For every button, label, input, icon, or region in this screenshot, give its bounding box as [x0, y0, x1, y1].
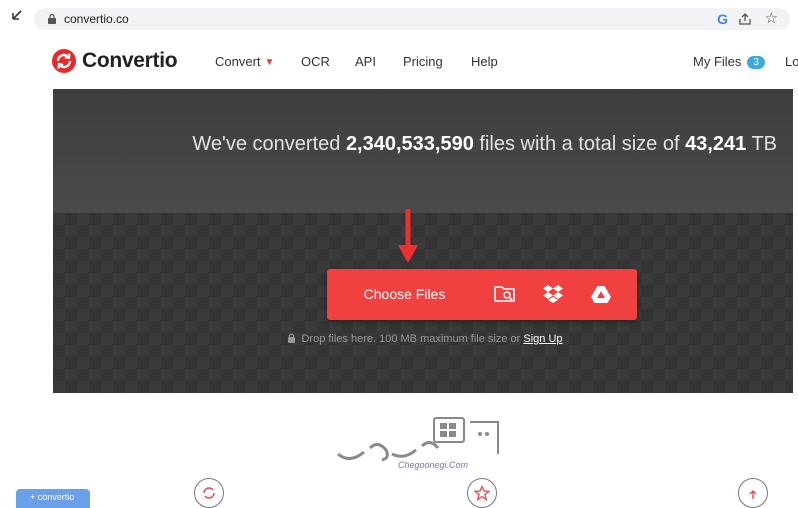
convertio-logo-icon [52, 49, 76, 73]
drop-files-note: Drop files here. 100 MB maximum file siz… [53, 333, 793, 345]
url-text: convertio.co [64, 12, 129, 26]
file-picker-bar: Choose Files [327, 269, 637, 320]
nav-ocr[interactable]: OCR [301, 54, 330, 69]
browser-address-bar: convertio.co G ☆ [0, 0, 798, 36]
nav-convert-label: Convert [215, 54, 261, 69]
stats-prefix: We've converted [192, 133, 341, 155]
dropbox-icon[interactable] [541, 282, 565, 306]
files-count: 2,340,533,590 [345, 133, 474, 155]
my-files-link[interactable]: My Files 3 [693, 54, 765, 69]
my-files-label: My Files [693, 54, 742, 69]
lock-icon [48, 13, 56, 24]
site-header: Convertio Convert ▼ OCR API Pricing Help … [0, 36, 798, 88]
brand-name: Convertio [82, 49, 178, 72]
chevron-down-icon: ▼ [264, 57, 275, 68]
lock-icon [288, 333, 296, 343]
conversion-stats: We've converted 2,340,533,590 files with… [53, 133, 793, 156]
nav-help[interactable]: Help [471, 54, 498, 69]
back-arrow-icon[interactable] [8, 9, 26, 27]
login-link[interactable]: Lo [785, 54, 798, 69]
brand-logo[interactable]: Convertio [52, 49, 178, 73]
url-field[interactable]: convertio.co G ☆ [34, 8, 790, 30]
hero-section: We've converted 2,340,533,590 files with… [53, 89, 793, 393]
promo-tab[interactable]: + convertio [16, 489, 90, 508]
star-feature-icon [467, 478, 497, 508]
share-icon[interactable] [738, 12, 752, 26]
google-icon[interactable]: G [717, 11, 728, 27]
sign-up-link[interactable]: Sign Up [523, 333, 562, 345]
red-down-arrow-icon [398, 209, 418, 263]
total-size: 43,241 [685, 133, 747, 155]
from-computer-folder-icon[interactable] [493, 282, 517, 306]
google-drive-icon[interactable] [589, 282, 613, 306]
drop-note-text: Drop files here. 100 MB maximum file siz… [301, 333, 521, 345]
refresh-convert-icon [194, 478, 224, 508]
my-files-count-badge: 3 [747, 56, 765, 69]
cloud-upload-icon [738, 478, 768, 508]
size-unit: TB [751, 133, 777, 155]
bookmark-star-icon[interactable]: ☆ [765, 9, 778, 27]
stats-middle: files with a total size of [479, 133, 680, 155]
nav-convert[interactable]: Convert ▼ [215, 54, 274, 69]
choose-files-button[interactable]: Choose Files [327, 269, 482, 320]
watermark-text: Chegoonegi.Com [398, 460, 469, 470]
nav-api[interactable]: API [355, 54, 376, 69]
nav-pricing[interactable]: Pricing [403, 54, 443, 69]
